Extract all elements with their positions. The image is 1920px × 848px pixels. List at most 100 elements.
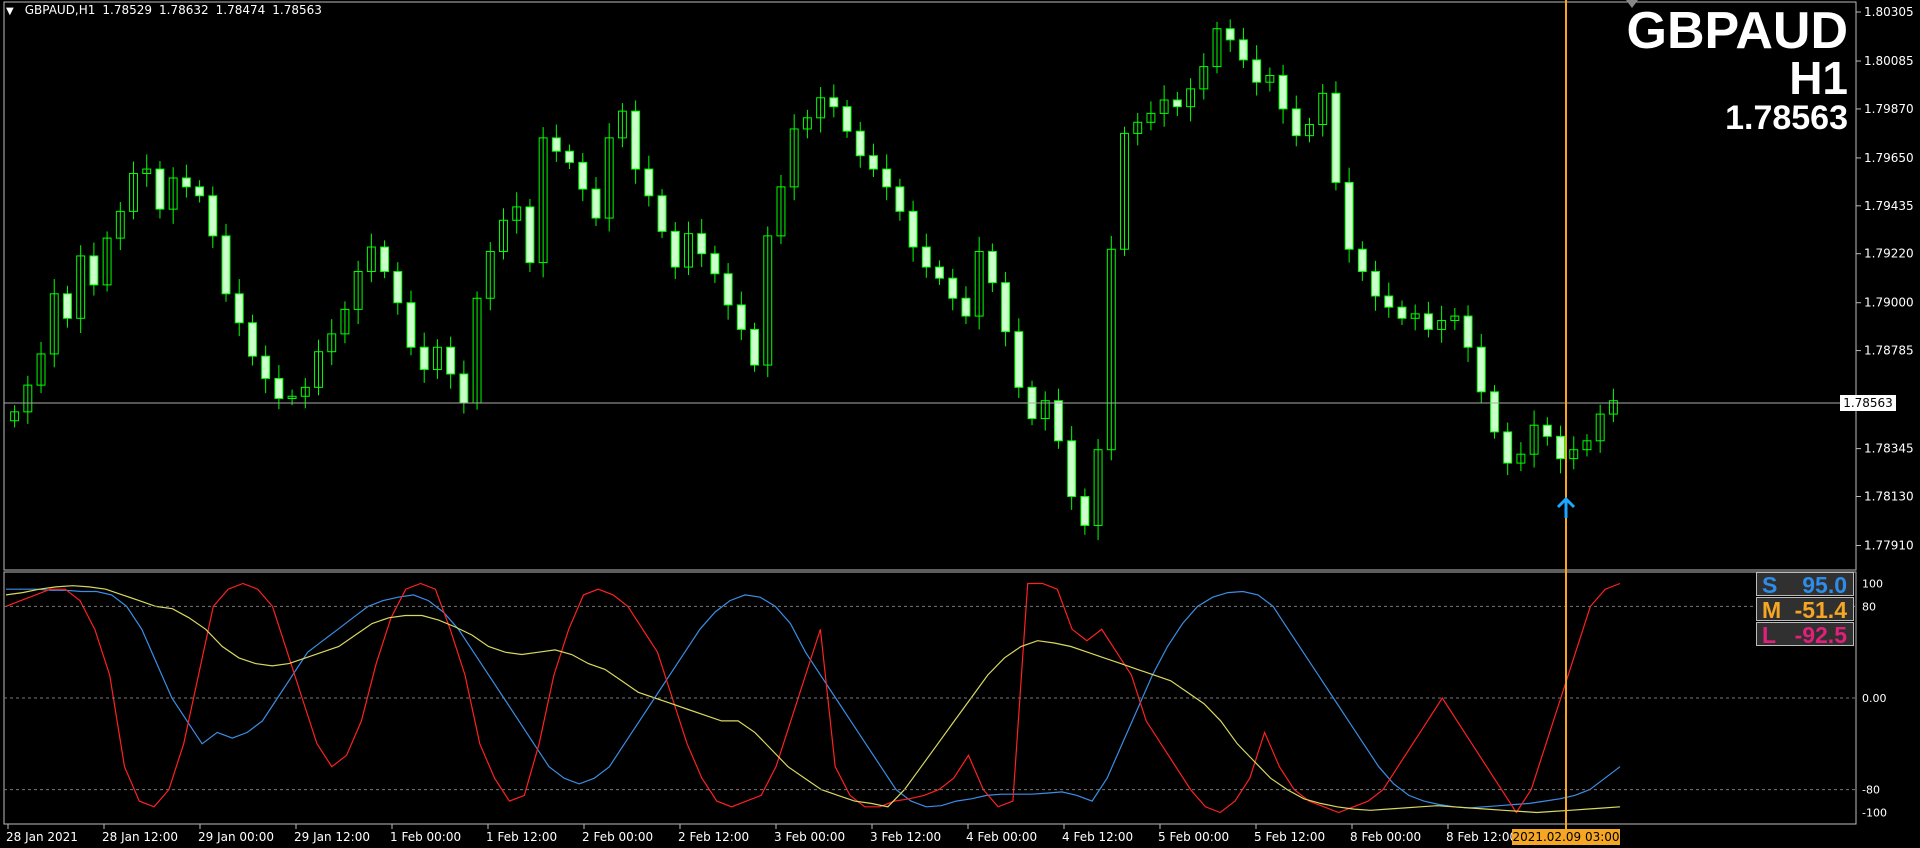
candle-body (1476, 346, 1486, 393)
candle-body (1397, 306, 1407, 319)
indicator-tick-label: 100 (1862, 577, 1883, 590)
candle (657, 189, 667, 239)
candle-body (987, 250, 997, 284)
candle-body (1291, 108, 1301, 137)
candle-body (62, 293, 72, 319)
candle-body (221, 235, 231, 295)
price-tick-label: 1.80085 (1864, 54, 1914, 68)
candle-body (948, 277, 958, 299)
candle-body (274, 377, 284, 399)
candle-body (644, 168, 654, 197)
time-tick-label: 29 Jan 00:00 (198, 830, 274, 844)
candle-body (1053, 400, 1063, 442)
overlay-symbol: GBPAUD (1626, 2, 1848, 60)
candle-body (710, 253, 720, 275)
candle (1344, 167, 1354, 263)
candle-body (908, 210, 918, 248)
candle-body (1014, 331, 1024, 388)
indicator-tick-label: -100 (1862, 807, 1887, 820)
candle-body (1503, 431, 1513, 464)
candle-body (855, 130, 865, 157)
price-tick-label: 1.79435 (1864, 199, 1914, 213)
time-tick-label: 1 Feb 12:00 (486, 830, 557, 844)
candle (1331, 81, 1341, 191)
candle-body (208, 195, 218, 237)
symbol-timeframe: GBPAUD,H1 (24, 3, 96, 17)
indicator-box-m: M -51.4 (1756, 597, 1854, 622)
indicator-tick-label: -80 (1862, 784, 1880, 797)
candle-body (247, 322, 257, 357)
time-tick-label: 4 Feb 00:00 (966, 830, 1037, 844)
ohlc-open: 1.78529 (102, 3, 153, 17)
candle-body (935, 266, 944, 279)
candle-body (1423, 313, 1433, 330)
ohlc-high: 1.78632 (159, 3, 209, 17)
candle-body (1463, 315, 1473, 348)
candle-body (1080, 495, 1090, 526)
candle-body (1238, 39, 1248, 61)
candle-body (393, 271, 403, 304)
candle-body (195, 186, 205, 197)
candle-body (895, 186, 905, 212)
ohlc-low: 1.78474 (215, 3, 266, 17)
time-tick-label: 5 Feb 12:00 (1254, 830, 1325, 844)
candle-body (736, 304, 746, 330)
time-tick-label: 1 Feb 00:00 (390, 830, 461, 844)
candle-body (446, 346, 456, 375)
time-tick-label: 2 Feb 00:00 (582, 830, 653, 844)
candle-body (1278, 75, 1288, 110)
candle-body (1344, 181, 1354, 250)
time-tick-label: 3 Feb 12:00 (870, 830, 941, 844)
dropdown-triangle-icon[interactable]: ▼ (6, 6, 14, 17)
candle-body (670, 230, 680, 268)
candle-body (829, 97, 839, 108)
price-tick-label: 1.78785 (1864, 344, 1914, 358)
indicator-tick-label: 80 (1862, 600, 1876, 613)
indicator-tick-label: 0.00 (1862, 692, 1887, 705)
chart-header: ▼ GBPAUD,H1 1.78529 1.78632 1.78474 1.78563 (6, 3, 322, 17)
time-tick-label: 4 Feb 12:00 (1062, 830, 1133, 844)
candle-body (551, 137, 561, 152)
time-tick-label: 5 Feb 00:00 (1158, 830, 1229, 844)
candle-body (155, 168, 165, 210)
time-tick-label: 28 Jan 2021 (6, 830, 78, 844)
candle-body (1331, 92, 1341, 183)
candle-body (882, 168, 892, 188)
candle-body (1556, 435, 1566, 460)
candle-body (1384, 295, 1394, 308)
candle-body (1542, 424, 1552, 437)
candle-body (565, 150, 575, 163)
time-tick-label: 8 Feb 12:00 (1446, 830, 1517, 844)
price-tick-label: 1.79000 (1864, 296, 1914, 310)
candle (525, 198, 535, 272)
candle-body (578, 161, 588, 190)
time-tick-label: 3 Feb 00:00 (774, 830, 845, 844)
candle-body (1172, 99, 1182, 108)
candle-body (525, 206, 535, 264)
time-tick-label: 29 Jan 12:00 (294, 830, 370, 844)
candle-body (261, 355, 271, 379)
candle-body (419, 346, 429, 371)
candle-body (1490, 391, 1499, 433)
candle-body (380, 246, 390, 273)
candle-body (1252, 59, 1262, 83)
candle (1490, 385, 1499, 439)
candle-body (631, 110, 641, 170)
candle (221, 223, 231, 302)
candle-body (1001, 282, 1011, 333)
candle-body (697, 233, 707, 255)
candle-body (868, 155, 878, 170)
candle-body (1225, 28, 1235, 41)
candle-body (961, 297, 971, 317)
candle-body (181, 177, 191, 188)
candle-body (591, 188, 601, 219)
candle-body (723, 273, 733, 306)
price-tick-label: 1.78345 (1864, 442, 1914, 456)
candle-body (234, 293, 244, 324)
price-tick-label: 1.79870 (1864, 102, 1914, 116)
candle-body (657, 195, 667, 232)
current-price-tag: 1.78563 (1840, 395, 1896, 411)
indicator-box-s: S 95.0 (1756, 572, 1854, 597)
candle-body (842, 106, 852, 132)
ohlc-close: 1.78563 (272, 3, 322, 17)
